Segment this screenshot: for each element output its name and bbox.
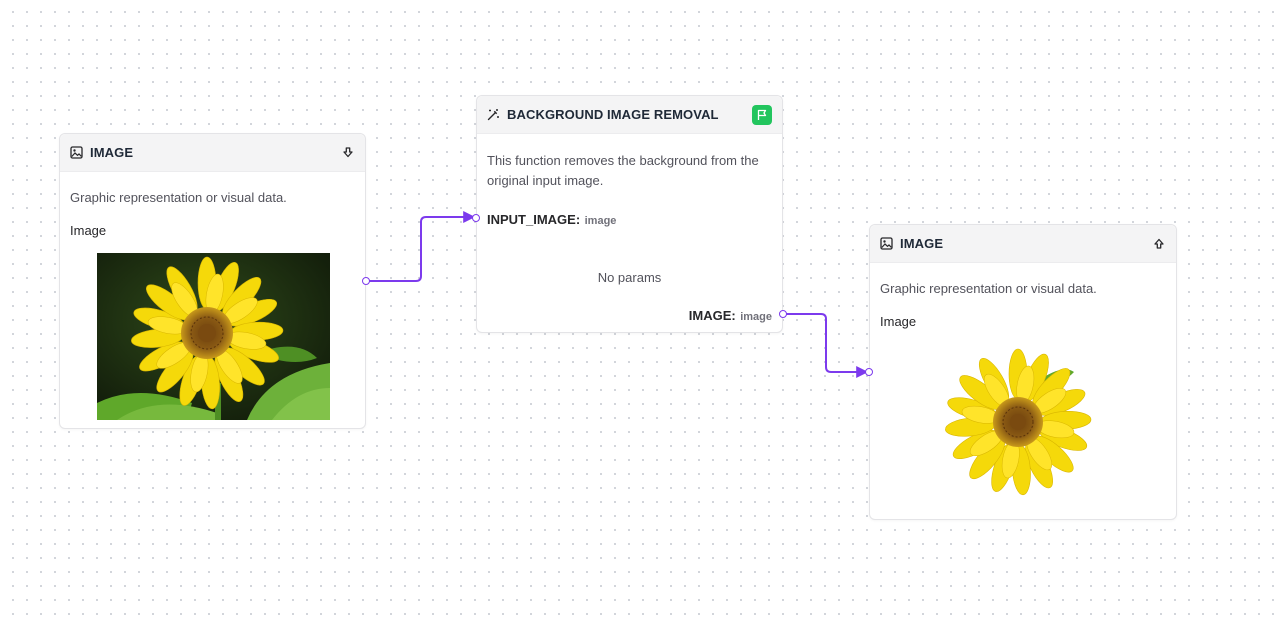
image-icon [70,146,83,159]
output-port-type: image [740,311,772,323]
input-handle[interactable] [865,368,873,376]
node-header[interactable]: IMAGE [60,134,365,172]
input-port-type: image [584,215,617,227]
edge-removal-to-image[interactable] [783,313,869,378]
input-port-label: INPUT_IMAGE: [487,212,581,227]
image-icon [880,237,893,250]
node-header[interactable]: IMAGE [870,225,1176,263]
output-port: IMAGE: image [689,307,772,325]
node-header[interactable]: BACKGROUND IMAGE REMOVAL [477,96,782,134]
sunflower-photo[interactable] [97,253,330,420]
output-handle[interactable] [779,310,787,318]
input-port: INPUT_IMAGE: image [487,211,616,229]
edge-image-to-removal[interactable] [366,211,476,282]
node-title: IMAGE [900,236,944,251]
output-port-label: IMAGE: [688,308,736,323]
node-title: BACKGROUND IMAGE REMOVAL [507,107,719,122]
workflow-canvas[interactable]: IMAGE Graphic representation or visual d… [0,0,1280,618]
arrow-up-icon[interactable] [1152,237,1166,251]
image-field-label: Image [880,314,917,329]
magic-wand-icon [487,108,500,121]
node-description: Graphic representation or visual data. [70,190,287,205]
node-title: IMAGE [90,145,134,160]
arrow-down-icon[interactable] [341,146,355,160]
image-input-node[interactable]: IMAGE Graphic representation or visual d… [59,133,370,429]
image-output-node[interactable]: IMAGE Graphic representation or visual d… [865,224,1177,520]
image-field-label: Image [70,223,107,238]
flag-icon[interactable] [752,104,772,125]
sunflower-cutout-image[interactable] [934,347,1104,502]
input-handle[interactable] [472,214,480,222]
node-description: This function removes the background fro… [487,153,759,188]
params-text: No params [597,270,662,285]
background-removal-node[interactable]: BACKGROUND IMAGE REMOVAL This function r… [472,95,787,333]
output-handle[interactable] [362,277,370,285]
node-description: Graphic representation or visual data. [880,281,1097,296]
